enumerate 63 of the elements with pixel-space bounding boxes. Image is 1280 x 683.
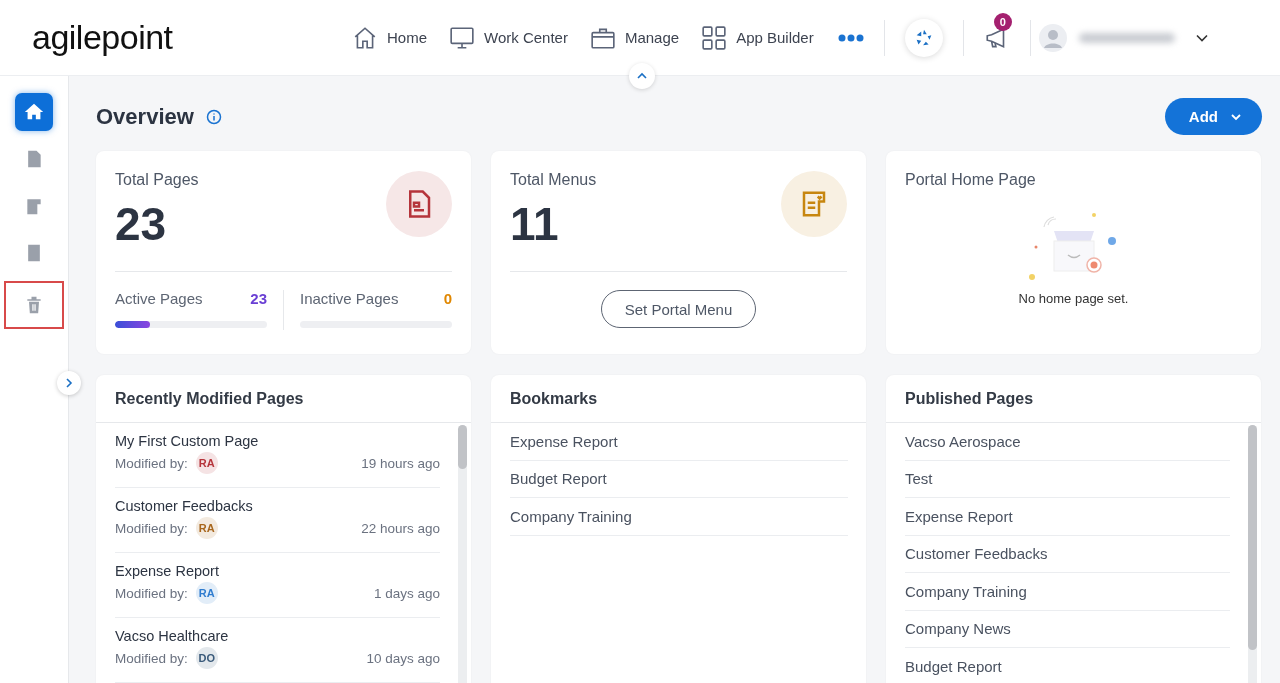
stat-label: Active Pages: [115, 290, 203, 307]
page-name[interactable]: Vacso Healthcare: [115, 628, 440, 644]
page-name[interactable]: My First Custom Page: [115, 433, 440, 449]
stat-value: 0: [443, 290, 452, 307]
user-initials: RA: [195, 582, 218, 604]
trash-icon: [24, 295, 44, 315]
published-page-item[interactable]: Vacso Aerospace: [905, 423, 1230, 461]
user-initials: RA: [195, 517, 218, 539]
modified-by-label: Modified by:: [115, 455, 188, 471]
empty-message: No home page set.: [1018, 291, 1129, 306]
stat-label: Inactive Pages: [300, 290, 399, 307]
avatar-icon[interactable]: [1038, 23, 1067, 52]
modified-time: 1 days ago: [373, 585, 440, 601]
bookmark-item[interactable]: Company Training: [510, 498, 848, 536]
collapse-button[interactable]: [629, 63, 655, 89]
modified-time: 22 hours ago: [361, 520, 440, 536]
modified-by-label: Modified by:: [115, 585, 188, 601]
card-title: Total Menus: [510, 171, 597, 189]
scrollbar[interactable]: [458, 425, 467, 683]
published-page-item[interactable]: Company News: [905, 610, 1230, 648]
published-page-item[interactable]: Test: [905, 460, 1230, 498]
card-title: Total Pages: [115, 171, 199, 189]
page-name[interactable]: Customer Feedbacks: [115, 498, 440, 514]
nav-link[interactable]: App Builder: [701, 24, 814, 51]
bookmark-item[interactable]: Expense Report: [510, 423, 848, 461]
sidebar-item[interactable]: [4, 281, 64, 329]
card-title: Portal Home Page: [905, 171, 1037, 189]
chevron-right-icon: [63, 377, 75, 389]
monitor-icon: [449, 24, 475, 51]
modified-by-label: Modified by:: [115, 520, 188, 536]
nav-link[interactable]: Manage: [589, 24, 680, 51]
card-title: Bookmarks: [491, 375, 866, 423]
menu-icon: [24, 196, 44, 216]
sidebar-item[interactable]: [15, 93, 53, 131]
card-title: Published Pages: [886, 375, 1261, 423]
total-count: 23: [115, 197, 168, 251]
agilepoint-logo: agilepoint: [32, 18, 174, 57]
user-initials: DO: [195, 647, 218, 669]
published-page-item[interactable]: Company Training: [905, 573, 1230, 611]
page-name[interactable]: Expense Report: [115, 563, 440, 579]
published-page-item[interactable]: Customer Feedbacks: [905, 535, 1230, 573]
published-page-item[interactable]: Expense Report: [905, 498, 1230, 536]
add-button[interactable]: Add: [1164, 98, 1262, 135]
set-portal-menu-button[interactable]: Set Portal Menu: [600, 290, 757, 328]
notification-badge: 0: [993, 12, 1012, 31]
info-icon[interactable]: [205, 108, 222, 125]
stat-value: 23: [250, 290, 267, 307]
scrollbar[interactable]: [1248, 425, 1257, 683]
page-title: Overview: [96, 103, 194, 130]
nav-link[interactable]: Home: [352, 24, 427, 51]
user-initials: RA: [195, 452, 218, 474]
shutter-button[interactable]: [904, 18, 943, 57]
modified-by-label: Modified by:: [115, 650, 188, 666]
card-title: Recently Modified Pages: [96, 375, 471, 423]
grid-icon: [701, 24, 728, 51]
nav-link[interactable]: Work Center: [449, 24, 568, 51]
bookmark-item[interactable]: Budget Report: [510, 460, 848, 498]
expand-button[interactable]: [57, 371, 81, 395]
more-icon[interactable]: [837, 33, 864, 42]
total-count: 11: [510, 197, 560, 251]
modified-time: 19 hours ago: [361, 455, 440, 471]
modified-time: 10 days ago: [366, 650, 440, 666]
published-page-item[interactable]: Budget Report: [905, 648, 1230, 683]
